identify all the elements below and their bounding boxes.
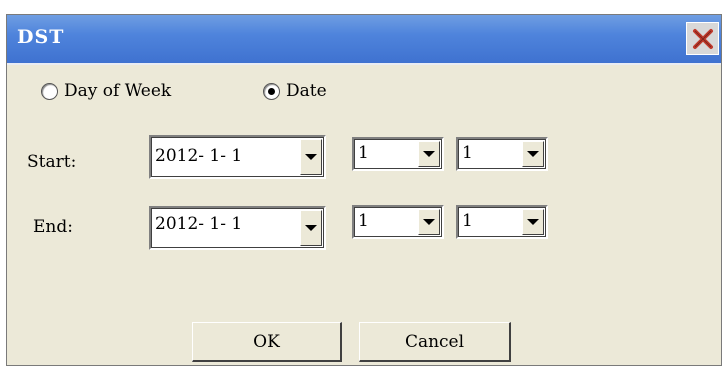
- start-hour-select[interactable]: 1: [352, 137, 444, 171]
- start-hour-dropdown-icon[interactable]: [418, 141, 440, 167]
- end-minute-dropdown-icon[interactable]: [522, 209, 544, 235]
- end-date-dropdown-icon[interactable]: [300, 210, 322, 246]
- start-minute-select[interactable]: 1: [456, 137, 548, 171]
- start-date-select[interactable]: 2012- 1- 1: [149, 135, 326, 179]
- ok-button[interactable]: OK: [192, 322, 342, 362]
- title-bar[interactable]: DST: [7, 15, 721, 65]
- radio-label-date: Date: [286, 81, 327, 101]
- end-hour-select[interactable]: 1: [352, 205, 444, 239]
- end-date-value: 2012- 1- 1: [155, 214, 243, 234]
- end-label: End:: [33, 217, 73, 237]
- end-date-select[interactable]: 2012- 1- 1: [149, 206, 326, 250]
- start-hour-value: 1: [358, 143, 369, 163]
- radio-date[interactable]: Date: [263, 81, 327, 101]
- start-minute-value: 1: [462, 143, 473, 163]
- radio-day-of-week[interactable]: Day of Week: [41, 81, 171, 101]
- radio-button-date[interactable]: [263, 82, 280, 100]
- start-date-dropdown-icon[interactable]: [300, 139, 322, 175]
- end-minute-select[interactable]: 1: [456, 205, 548, 239]
- radio-label-day-of-week: Day of Week: [64, 81, 172, 101]
- window-title: DST: [17, 26, 65, 48]
- close-button[interactable]: [686, 22, 719, 55]
- radio-selected-dot: [268, 87, 275, 95]
- radio-button-day-of-week[interactable]: [41, 82, 58, 100]
- start-minute-dropdown-icon[interactable]: [522, 141, 544, 167]
- start-date-value: 2012- 1- 1: [155, 146, 243, 166]
- end-minute-value: 1: [462, 211, 473, 231]
- close-icon: [692, 28, 713, 49]
- cancel-button[interactable]: Cancel: [359, 322, 511, 362]
- dst-dialog: DST: [6, 14, 722, 366]
- end-hour-dropdown-icon[interactable]: [418, 209, 440, 235]
- start-label: Start:: [27, 152, 77, 172]
- end-hour-value: 1: [358, 211, 369, 231]
